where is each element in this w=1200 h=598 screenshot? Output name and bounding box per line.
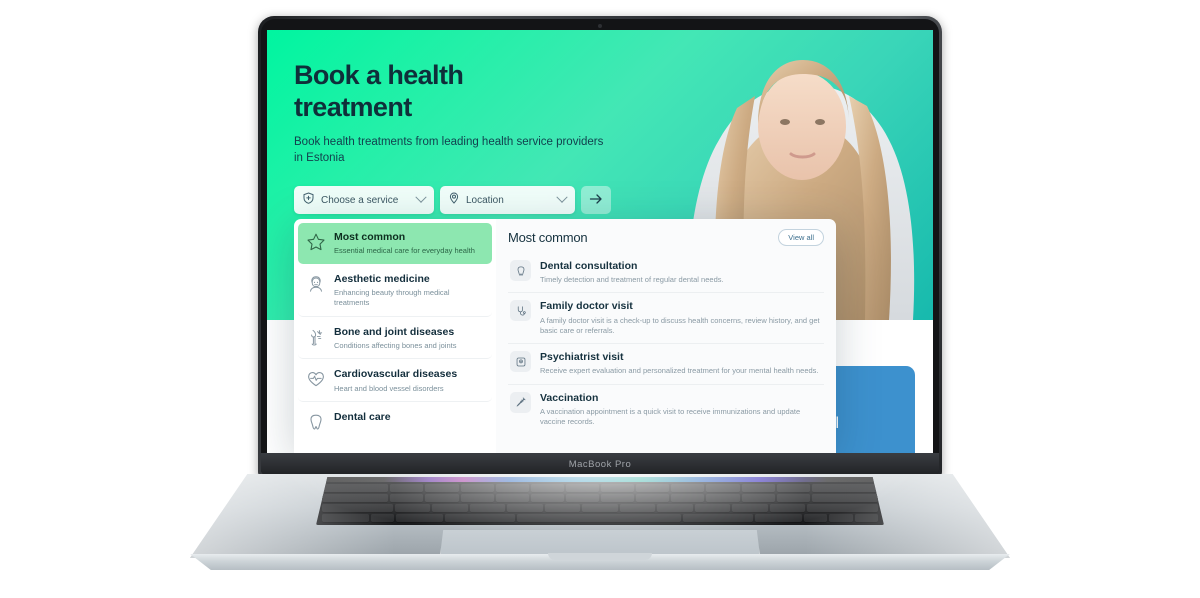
category-item-bone-and-joint-diseases[interactable]: Bone and joint diseases Conditions affec… (298, 318, 492, 360)
star-icon (306, 232, 326, 252)
hero-subtitle: Book health treatments from leading heal… (294, 136, 604, 165)
face-icon (306, 274, 326, 294)
location-select-value: Location (466, 194, 504, 206)
service-select[interactable]: Choose a service (294, 186, 434, 214)
search-bar: Choose a service Location (294, 186, 611, 214)
macbook-pro-label: MacBook Pro (568, 458, 632, 470)
screenshot-stage: Book a health treatment Book health trea… (0, 0, 1200, 598)
joint-icon (306, 327, 326, 347)
category-desc: Enhancing beauty through medical treatme… (334, 288, 450, 307)
service-dropdown-panel: Most common Essential medical care for e… (294, 219, 836, 453)
syringe-icon (510, 391, 531, 413)
service-text: Family doctor visit A family doctor visi… (540, 300, 822, 336)
map-pin-icon (449, 191, 459, 209)
category-title: Aesthetic medicine (334, 272, 430, 285)
service-text: Psychiatrist visit Receive expert evalua… (540, 351, 819, 376)
service-panel-title: Most common (508, 230, 588, 245)
category-desc: Conditions affecting bones and joints (334, 340, 457, 350)
location-select[interactable]: Location (440, 186, 575, 214)
category-title: Cardiovascular diseases (334, 368, 458, 381)
service-item-vaccination[interactable]: Vaccination A vaccination appointment is… (508, 385, 824, 435)
category-item-cardiovascular-diseases[interactable]: Cardiovascular diseases Heart and blood … (298, 360, 492, 403)
chevron-down-icon (415, 191, 427, 203)
view-all-button[interactable]: View all (778, 229, 824, 246)
category-item-most-common[interactable]: Most common Essential medical care for e… (298, 223, 492, 264)
laptop-base (190, 474, 1010, 570)
category-desc: Heart and blood vessel disorders (334, 383, 444, 393)
service-text: Vaccination A vaccination appointment is… (540, 392, 822, 428)
webcam-icon (598, 24, 602, 28)
hero-title-line1: Book a health (294, 60, 464, 90)
tooth-icon (306, 412, 326, 432)
heart-pulse-icon (306, 369, 326, 389)
service-desc: Receive expert evaluation and personaliz… (540, 366, 819, 376)
category-title: Dental care (334, 411, 391, 424)
service-title: Dental consultation (540, 260, 638, 272)
arrow-right-icon (589, 193, 603, 208)
service-desc: Timely detection and treatment of regula… (540, 275, 724, 285)
category-title: Most common (334, 231, 406, 243)
category-text: Cardiovascular diseases Heart and blood … (334, 368, 457, 393)
search-submit-button[interactable] (581, 186, 611, 214)
laptop-front-notch (548, 553, 652, 560)
stethoscope-icon (510, 300, 531, 322)
service-item-dental-consultation[interactable]: Dental consultation Timely detection and… (508, 253, 824, 294)
service-text: Dental consultation Timely detection and… (540, 260, 724, 285)
category-item-dental-care[interactable]: Dental care (298, 403, 492, 440)
brain-icon (510, 351, 531, 373)
service-panel-header: Most common View all (508, 229, 824, 246)
service-desc: A family doctor visit is a check-up to d… (540, 315, 820, 335)
laptop-screen: Book a health treatment Book health trea… (267, 30, 933, 453)
category-text: Bone and joint diseases Conditions affec… (334, 326, 456, 351)
medical-shield-icon (303, 191, 314, 209)
service-list-panel: Most common View all Dental consultation (496, 219, 836, 453)
laptop-bezel-label: MacBook Pro (261, 453, 939, 475)
service-item-psychiatrist-visit[interactable]: Psychiatrist visit Receive expert evalua… (508, 344, 824, 385)
service-title: Family doctor visit (540, 300, 633, 313)
service-item-family-doctor-visit[interactable]: Family doctor visit A family doctor visi… (508, 293, 824, 345)
tooth-icon (510, 260, 531, 281)
category-title: Bone and joint diseases (334, 325, 455, 338)
category-text: Aesthetic medicine Enhancing beauty thro… (334, 273, 484, 308)
service-title: Psychiatrist visit (540, 351, 624, 364)
category-desc: Essential medical care for everyday heal… (334, 246, 475, 256)
category-text: Most common Essential medical care for e… (334, 231, 475, 256)
hero-title: Book a health treatment (294, 60, 624, 124)
service-desc: A vaccination appointment is a quick vis… (540, 406, 801, 427)
service-select-value: Choose a service (321, 194, 399, 206)
chevron-down-icon (556, 191, 568, 203)
category-item-aesthetic-medicine[interactable]: Aesthetic medicine Enhancing beauty thro… (298, 265, 492, 317)
category-text: Dental care (334, 411, 391, 426)
website-viewport: Book a health treatment Book health trea… (267, 30, 933, 453)
hero-title-line2: treatment (294, 91, 412, 122)
macbook-pro-mockup: Book a health treatment Book health trea… (0, 0, 1200, 598)
service-title: Vaccination (540, 391, 599, 404)
category-list: Most common Essential medical care for e… (294, 219, 496, 453)
